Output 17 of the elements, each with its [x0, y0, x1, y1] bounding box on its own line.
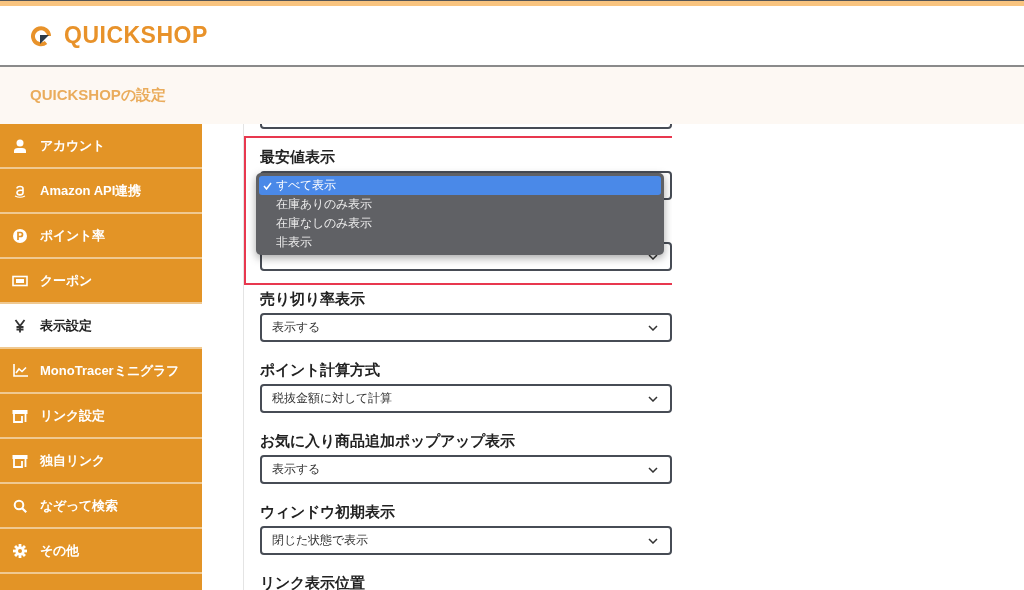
dropdown-option[interactable]: すべて表示	[259, 176, 661, 195]
select-field[interactable]: 表示する	[260, 455, 672, 484]
select-field[interactable]: 表示する	[260, 313, 672, 342]
select-field[interactable]: 閉じた状態で表示	[260, 526, 672, 555]
select-field[interactable]: 税抜金額に対して計算	[260, 384, 672, 413]
sidebar-item[interactable]: 表示設定	[0, 304, 202, 349]
setting-label: ポイント計算方式	[260, 360, 381, 380]
dropdown-option[interactable]: 在庫ありのみ表示	[259, 195, 661, 214]
logo-text: QUICKSHOP	[64, 22, 208, 49]
setting-label: リンク表示位置	[260, 573, 366, 590]
setting-label: 最安値表示	[260, 147, 336, 167]
setting-label: お気に入り商品追加ポップアップ表示	[260, 431, 516, 451]
setting-label: ウィンドウ初期表示	[260, 502, 396, 522]
page-title: QUICKSHOPの設定	[30, 86, 166, 105]
dropdown-option[interactable]: 在庫なしのみ表示	[259, 214, 661, 233]
setting-label: 売り切り率表示	[260, 289, 366, 309]
dropdown-option[interactable]: 非表示	[259, 233, 661, 252]
